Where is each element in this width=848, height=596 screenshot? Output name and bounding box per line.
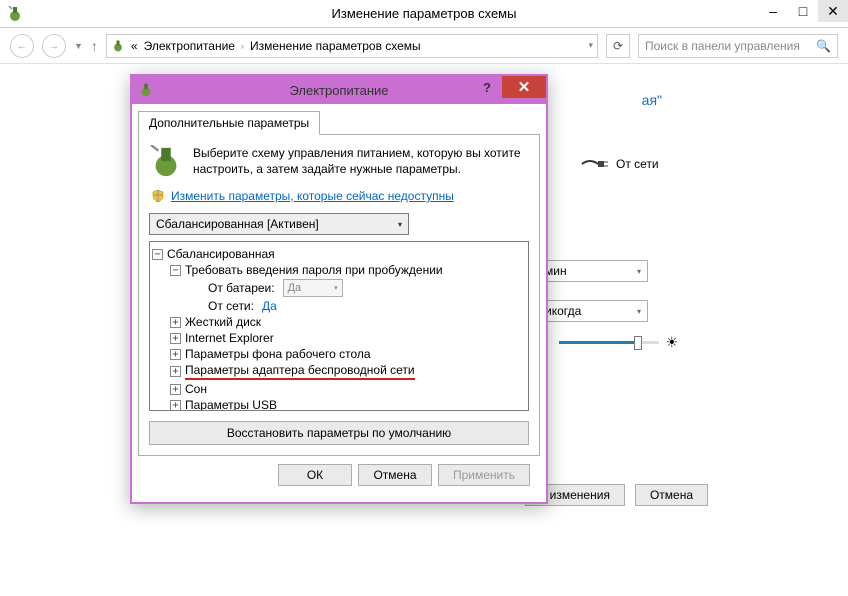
tab-advanced-settings[interactable]: Дополнительные параметры [138, 111, 320, 135]
page-title-fragment: ая" [642, 92, 662, 108]
dialog-title: Электропитание [290, 83, 389, 98]
chevron-right-icon: › [241, 41, 244, 51]
tree-node-balanced[interactable]: Сбалансированная [167, 247, 275, 261]
collapse-icon[interactable]: − [170, 265, 181, 276]
search-input[interactable]: Поиск в панели управления 🔍 [638, 34, 838, 58]
expand-icon[interactable]: + [170, 366, 181, 377]
window-title: Изменение параметров схемы [332, 6, 517, 21]
up-button[interactable]: ↑ [91, 38, 98, 54]
history-dropdown-icon[interactable]: ▼ [74, 41, 83, 51]
help-button[interactable]: ? [472, 76, 502, 98]
dropdown-minutes[interactable]: мин ▾ [538, 260, 648, 282]
on-battery-value-select[interactable]: Да▾ [283, 279, 343, 297]
dropdown-never[interactable]: икогда ▾ [538, 300, 648, 322]
shield-icon [151, 189, 165, 203]
sun-icon: ☀ [665, 334, 678, 351]
dialog-titlebar[interactable]: Электропитание ? ✕ [132, 76, 546, 104]
chevron-down-icon: ▾ [334, 284, 338, 292]
search-icon: 🔍 [816, 39, 831, 53]
expand-icon[interactable]: + [170, 384, 181, 395]
expand-icon[interactable]: + [170, 400, 181, 411]
power-options-icon [138, 82, 154, 98]
window-controls: – □ ✕ [758, 0, 848, 22]
forward-button[interactable]: → [42, 34, 66, 58]
expand-icon[interactable]: + [170, 333, 181, 344]
chevron-down-icon[interactable]: ▾ [588, 40, 593, 51]
tree-node-hdd[interactable]: Жесткий диск [185, 315, 261, 329]
navigation-bar: ← → ▼ ↑ « Электропитание › Изменение пар… [0, 28, 848, 64]
back-button[interactable]: ← [10, 34, 34, 58]
change-unavailable-settings-link[interactable]: Изменить параметры, которые сейчас недос… [171, 189, 454, 203]
power-options-dialog: Электропитание ? ✕ Дополнительные параме… [130, 74, 548, 504]
tab-strip: Дополнительные параметры [138, 110, 540, 135]
tree-node-ie[interactable]: Internet Explorer [185, 331, 274, 345]
settings-tree[interactable]: −Сбалансированная −Требовать введения па… [149, 241, 529, 411]
power-options-icon [6, 5, 24, 23]
on-ac-label: От сети [616, 157, 659, 171]
maximize-button[interactable]: □ [788, 0, 818, 22]
brightness-slider[interactable] [559, 341, 659, 344]
breadcrumb[interactable]: « Электропитание › Изменение параметров … [106, 34, 598, 58]
expand-icon[interactable]: + [170, 349, 181, 360]
cancel-button[interactable]: Отмена [635, 484, 708, 506]
tree-node-wireless[interactable]: Параметры адаптера беспроводной сети [185, 363, 415, 380]
chevron-down-icon: ▾ [637, 267, 641, 276]
restore-defaults-button[interactable]: Восстановить параметры по умолчанию [149, 421, 529, 445]
apply-button[interactable]: Применить [438, 464, 530, 486]
setting-on-ac-label: От сети: [208, 299, 254, 313]
cancel-button[interactable]: Отмена [358, 464, 432, 486]
breadcrumb-item-1[interactable]: Электропитание [144, 39, 235, 53]
power-options-icon [111, 39, 125, 53]
power-options-icon [149, 145, 183, 179]
tree-node-desktop-bg[interactable]: Параметры фона рабочего стола [185, 347, 371, 361]
collapse-icon[interactable]: − [152, 249, 163, 260]
tree-node-usb[interactable]: Параметры USB [185, 398, 277, 411]
intro-text: Выберите схему управления питанием, кото… [193, 145, 529, 177]
tree-node-sleep[interactable]: Сон [185, 382, 207, 396]
expand-icon[interactable]: + [170, 317, 181, 328]
setting-on-battery-label: От батареи: [208, 281, 275, 295]
brightness-slider-row: ☀ [559, 334, 678, 351]
plug-icon [580, 156, 608, 172]
breadcrumb-item-2[interactable]: Изменение параметров схемы [250, 39, 421, 53]
chevron-down-icon: ▾ [398, 220, 402, 229]
close-button[interactable]: ✕ [818, 0, 848, 22]
chevron-down-icon: ▾ [637, 307, 641, 316]
dialog-close-button[interactable]: ✕ [502, 76, 546, 98]
tree-node-require-password[interactable]: Требовать введения пароля при пробуждени… [185, 263, 443, 277]
ok-button[interactable]: ОК [278, 464, 352, 486]
refresh-button[interactable]: ⟳ [606, 34, 630, 58]
search-placeholder: Поиск в панели управления [645, 39, 800, 53]
minimize-button[interactable]: – [758, 0, 788, 22]
breadcrumb-prefix: « [131, 39, 138, 53]
on-ac-value[interactable]: Да [262, 299, 277, 313]
power-plan-select[interactable]: Сбалансированная [Активен] ▾ [149, 213, 409, 235]
window-titlebar: Изменение параметров схемы – □ ✕ [0, 0, 848, 28]
